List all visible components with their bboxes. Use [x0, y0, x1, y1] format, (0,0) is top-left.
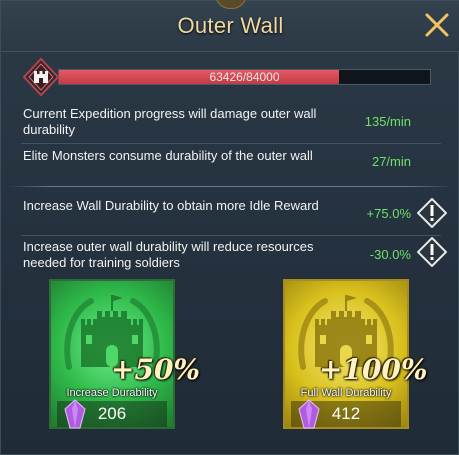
training-cost-row: Increase outer wall durability will redu…: [21, 237, 447, 273]
elite-monster-label: Elite Monsters consume durability of the…: [23, 148, 313, 163]
cost-button[interactable]: 206: [57, 399, 167, 429]
card-percent: +50%: [111, 353, 201, 386]
cost-button[interactable]: 412: [291, 399, 401, 429]
elite-monster-row: Elite Monsters consume durability of the…: [21, 148, 441, 180]
wall-shield-icon: [21, 57, 61, 97]
title-bar: Outer Wall: [1, 0, 459, 52]
durability-text: 63426/84000: [209, 70, 280, 84]
training-cost-value: -30.0%: [369, 247, 411, 262]
durability-bar: 63426/84000: [58, 69, 431, 85]
page-title: Outer Wall: [177, 13, 284, 38]
row-divider: [21, 143, 441, 144]
cost-value: 412: [331, 404, 361, 423]
idle-reward-label: Increase Wall Durability to obtain more …: [23, 198, 319, 213]
card-percent: +100%: [319, 353, 428, 386]
card-label: Increase Durability: [66, 387, 158, 399]
outer-wall-panel: Outer Wall 63426/84000 Current Expeditio…: [0, 0, 459, 455]
idle-reward-value: +75.0%: [366, 206, 411, 221]
close-icon[interactable]: [422, 10, 452, 40]
expedition-damage-row: Current Expedition progress will damage …: [21, 106, 441, 138]
training-cost-label: Increase outer wall durability will redu…: [23, 239, 314, 270]
increase-durability-card[interactable]: +50% Increase Durability 206: [49, 279, 200, 429]
card-label: Full Wall Durability: [300, 387, 392, 399]
expedition-damage-value: 135/min: [364, 114, 411, 129]
title-ornament: [215, 0, 247, 9]
elite-monster-value: 27/min: [371, 154, 411, 169]
durability-row: 63426/84000: [21, 57, 441, 97]
idle-reward-row: Increase Wall Durability to obtain more …: [21, 198, 447, 232]
warning-icon[interactable]: [417, 198, 447, 228]
row-divider: [21, 235, 441, 236]
cost-value: 206: [97, 404, 127, 423]
full-durability-card[interactable]: +100% Full Wall Durability 412: [283, 279, 428, 429]
section-divider: [7, 186, 454, 187]
expedition-damage-label: Current Expedition progress will damage …: [23, 106, 317, 137]
warning-icon[interactable]: [417, 237, 447, 267]
